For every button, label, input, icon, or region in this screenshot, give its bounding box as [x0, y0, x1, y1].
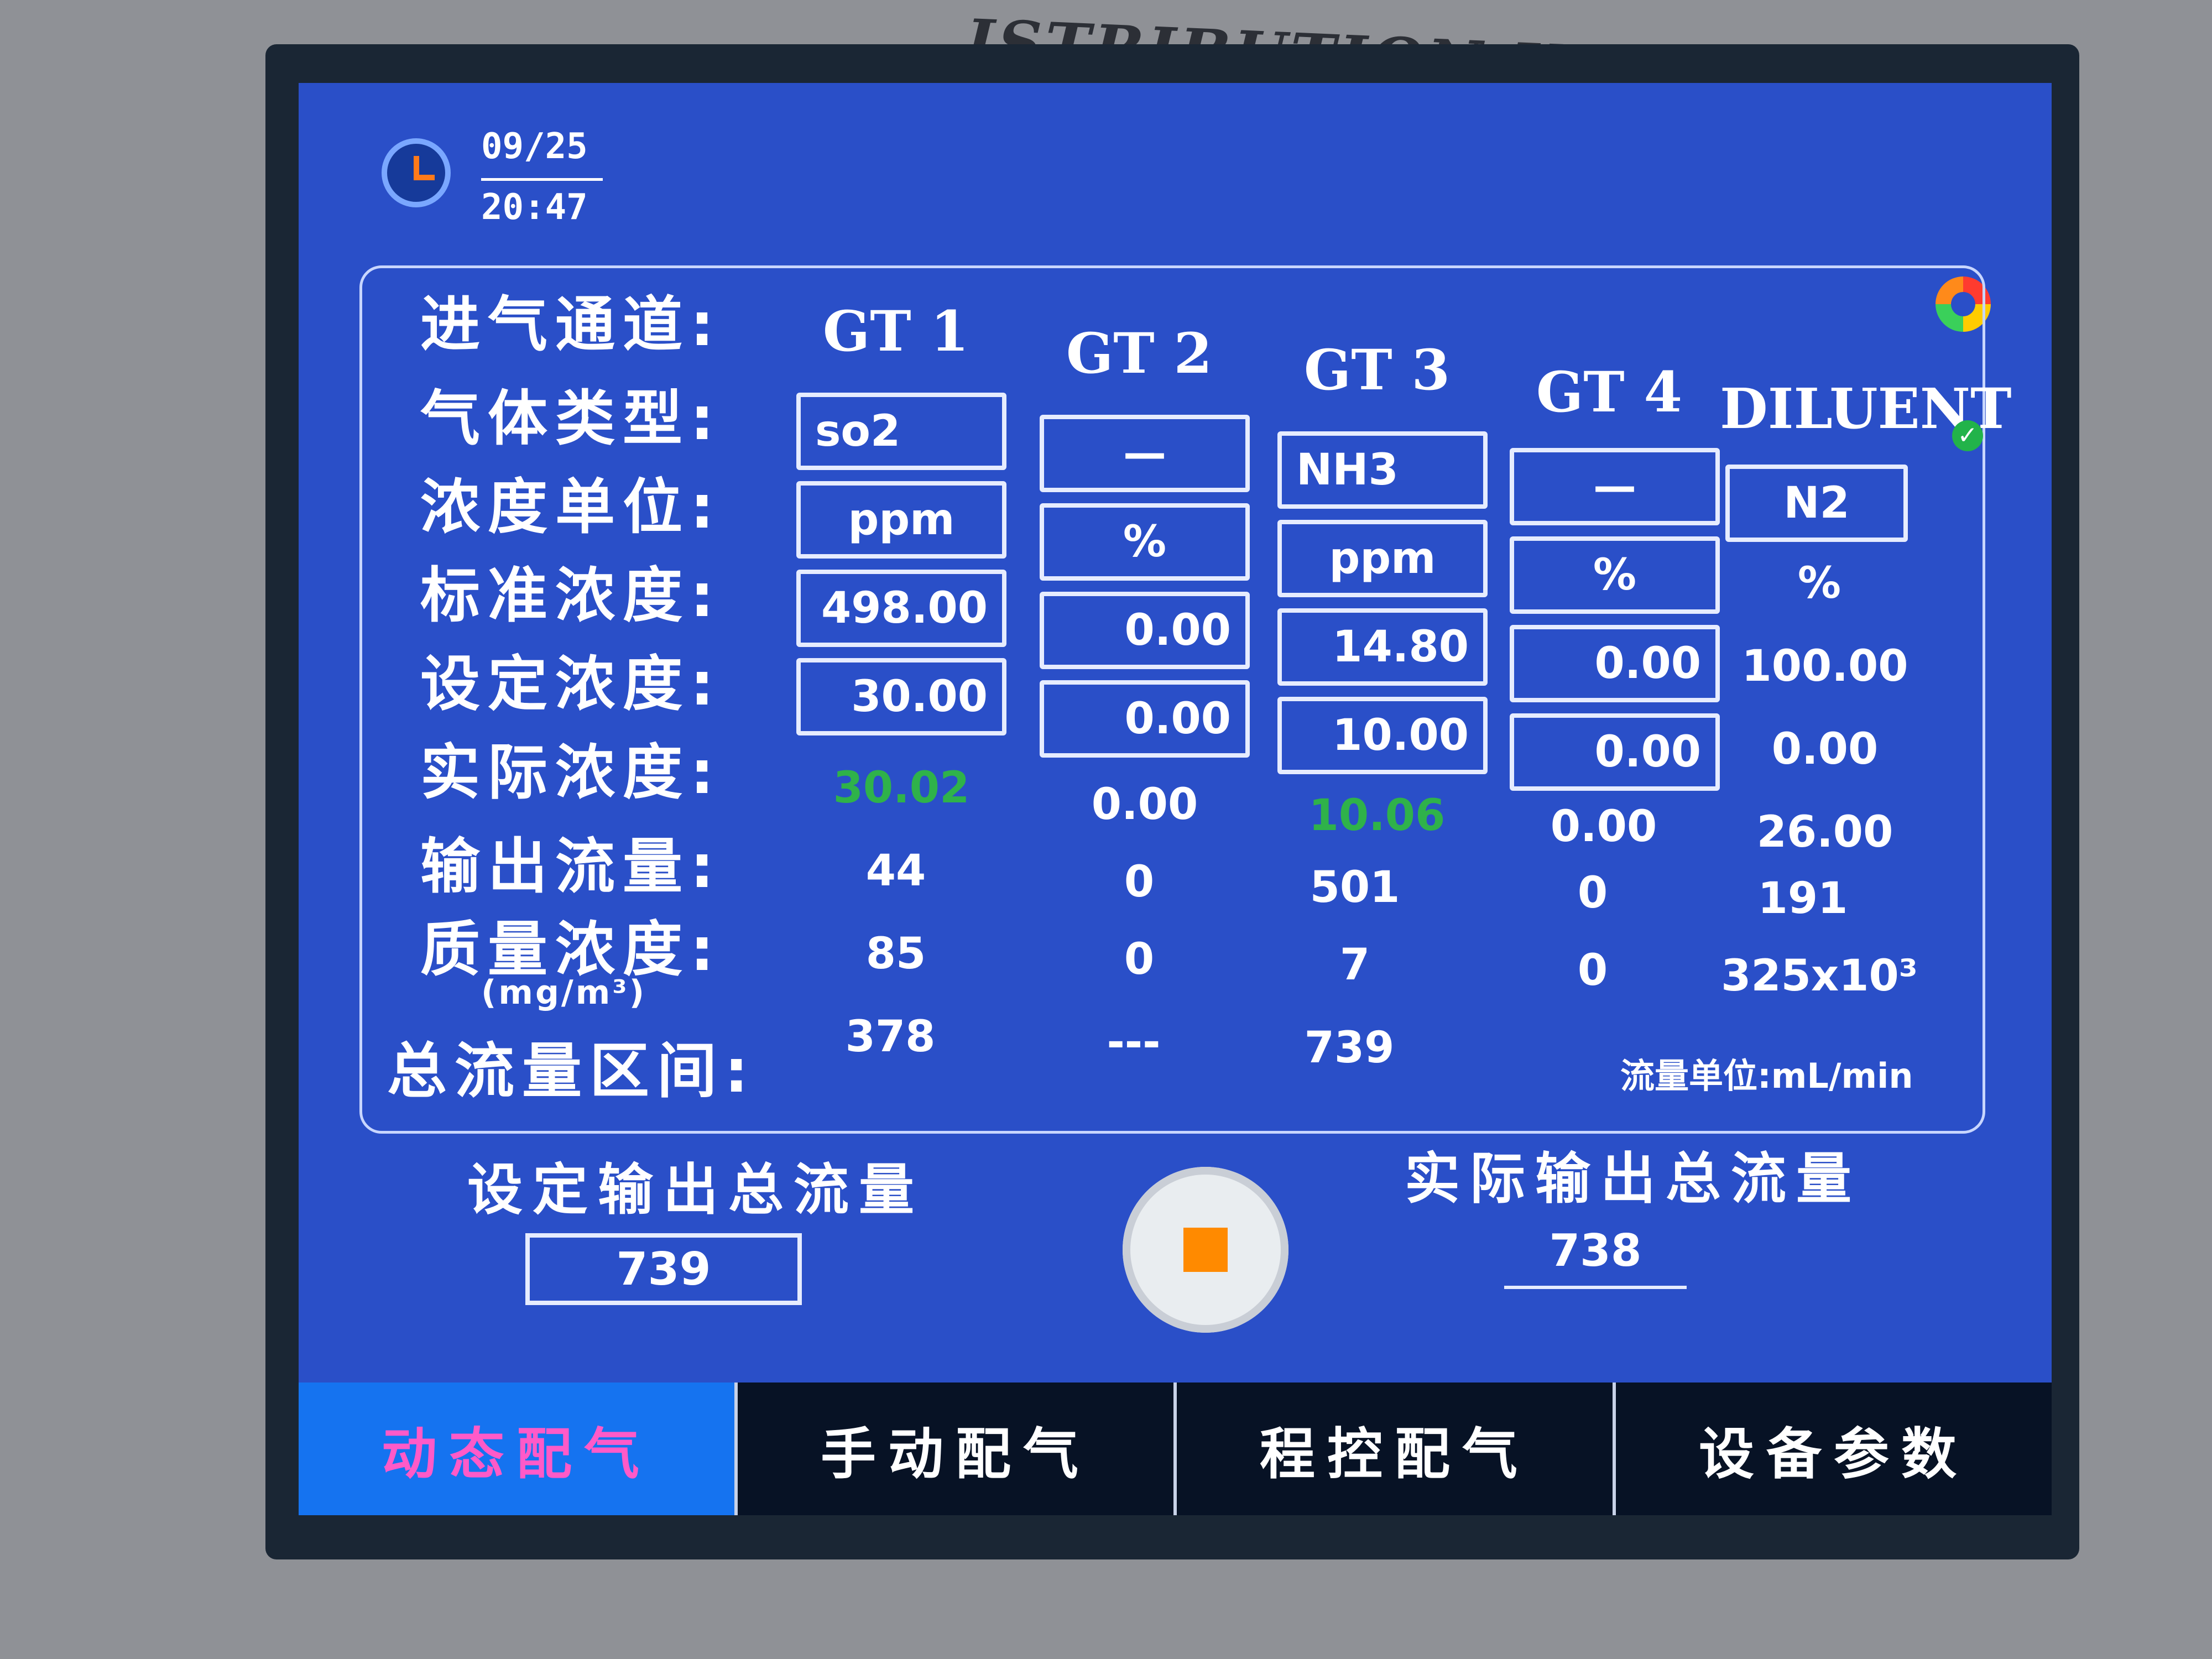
unit-gt4[interactable]: %: [1510, 536, 1720, 614]
std-conc-diluent: 100.00: [1741, 641, 1908, 691]
actual-total-value: 738: [1504, 1225, 1687, 1289]
row-label-actual-conc: 实际浓度:: [420, 738, 722, 807]
range-gt2: ---: [1107, 1018, 1161, 1067]
flow-gt3: 501: [1310, 863, 1400, 912]
stop-button[interactable]: [1123, 1167, 1288, 1333]
flow-gt4: 0: [1577, 868, 1608, 918]
col-header-gt2: GT 2: [1066, 321, 1213, 386]
hmi-screen: 09/25 20:47 进气通道: 气体类型: 浓度单位: 标准浓度: 设定浓度…: [299, 83, 2052, 1515]
time-display: 20:47: [481, 187, 588, 228]
actual-conc-gt2: 0.00: [1091, 780, 1198, 830]
date-time-divider: [481, 178, 603, 181]
row-label-set-conc: 设定浓度:: [420, 650, 722, 719]
std-conc-gt1[interactable]: 498.00: [796, 570, 1006, 647]
mass-conc-diluent: 325x10³: [1721, 951, 1918, 1001]
gas-type-gt4[interactable]: —: [1510, 448, 1720, 525]
gas-type-gt2[interactable]: —: [1040, 415, 1250, 492]
range-gt3: 739: [1304, 1023, 1395, 1073]
unit-gt2[interactable]: %: [1040, 503, 1250, 581]
gas-type-diluent[interactable]: N2: [1725, 465, 1908, 542]
set-conc-gt4[interactable]: 0.00: [1510, 713, 1720, 791]
actual-conc-gt1: 30.02: [833, 763, 970, 813]
unit-diluent: %: [1797, 559, 1841, 608]
stop-icon: [1183, 1228, 1228, 1272]
tab-dynamic-mix[interactable]: 动态配气: [299, 1383, 734, 1515]
gas-type-gt1[interactable]: so2: [796, 393, 1006, 470]
set-total-field[interactable]: 739: [525, 1233, 802, 1305]
mass-conc-gt2: 0: [1124, 935, 1155, 984]
set-conc-diluent: 0.00: [1771, 724, 1879, 774]
actual-conc-gt3: 10.06: [1308, 791, 1446, 841]
unit-gt3[interactable]: ppm: [1277, 520, 1488, 597]
col-header-gt4: GT 4: [1536, 359, 1683, 425]
tab-device-params[interactable]: 设备参数: [1613, 1383, 2052, 1515]
actual-total-label: 实际输出总流量: [1405, 1146, 1861, 1211]
row-label-output-flow: 输出流量:: [420, 832, 722, 901]
tab-program-mix[interactable]: 程控配气: [1173, 1383, 1613, 1515]
row-label-gas-type: 气体类型:: [420, 384, 722, 453]
flow-gt1: 44: [865, 846, 926, 896]
row-label-mass-unit: (mg/m³): [481, 973, 647, 1012]
bottom-tab-bar: 动态配气 手动配气 程控配气 设备参数: [299, 1383, 2052, 1515]
actual-conc-gt4: 0.00: [1550, 802, 1657, 852]
row-label-channel: 进气通道:: [420, 290, 722, 359]
row-label-total-range: 总流量区间:: [387, 1037, 757, 1106]
std-conc-gt3[interactable]: 14.80: [1277, 608, 1488, 686]
std-conc-gt4[interactable]: 0.00: [1510, 625, 1720, 702]
col-header-diluent: DILUENT: [1720, 376, 2012, 441]
clock-icon: [382, 138, 451, 207]
range-gt1: 378: [845, 1012, 936, 1062]
col-header-gt1: GT 1: [822, 299, 969, 364]
col-header-gt3: GT 3: [1303, 337, 1451, 403]
tab-manual-mix[interactable]: 手动配气: [734, 1383, 1173, 1515]
row-label-unit: 浓度单位:: [420, 473, 722, 542]
actual-conc-diluent: 26.00: [1756, 807, 1893, 857]
gas-type-gt3[interactable]: NH3: [1277, 431, 1488, 509]
flow-unit-note: 流量单位:mL/min: [1620, 1056, 1913, 1096]
set-conc-gt1[interactable]: 30.00: [796, 658, 1006, 735]
row-label-std-conc: 标准浓度:: [420, 561, 722, 630]
std-conc-gt2[interactable]: 0.00: [1040, 592, 1250, 669]
mass-conc-gt3: 7: [1339, 940, 1370, 990]
set-conc-gt2[interactable]: 0.00: [1040, 680, 1250, 758]
flow-diluent: 191: [1757, 874, 1848, 924]
mass-conc-gt4: 0: [1577, 946, 1608, 995]
check-icon: ✓: [1952, 420, 1983, 451]
set-total-label: 设定输出总流量: [467, 1157, 924, 1222]
set-conc-gt3[interactable]: 10.00: [1277, 697, 1488, 774]
flow-gt2: 0: [1124, 857, 1155, 907]
unit-gt1[interactable]: ppm: [796, 481, 1006, 559]
date-display: 09/25: [481, 126, 588, 167]
mass-conc-gt1: 85: [865, 929, 926, 979]
